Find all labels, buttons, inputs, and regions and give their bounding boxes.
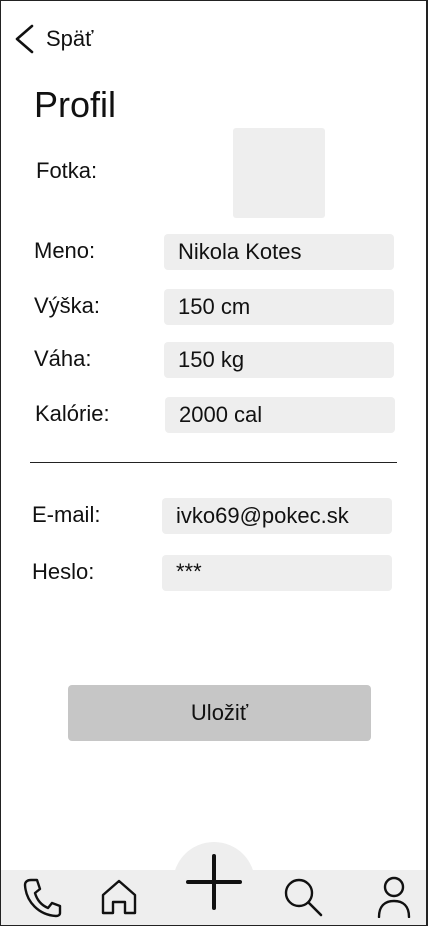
nav-add[interactable] bbox=[184, 852, 244, 912]
weight-label: Váha: bbox=[34, 346, 92, 371]
password-field[interactable]: *** bbox=[162, 555, 392, 591]
nav-profile[interactable] bbox=[372, 874, 416, 920]
name-label: Meno: bbox=[34, 238, 96, 263]
calories-label: Kalórie: bbox=[35, 401, 110, 426]
weight-field[interactable]: 150 kg bbox=[164, 342, 394, 378]
section-divider bbox=[30, 462, 397, 463]
app-frame bbox=[0, 0, 428, 926]
save-button[interactable]: Uložiť bbox=[68, 685, 371, 741]
email-label: E-mail: bbox=[32, 502, 101, 527]
password-label: Heslo: bbox=[32, 559, 95, 584]
name-field[interactable]: Nikola Kotes bbox=[164, 234, 394, 270]
add-icon bbox=[186, 854, 242, 910]
photo-label: Fotka: bbox=[36, 158, 98, 183]
photo-upload[interactable] bbox=[233, 128, 325, 218]
nav-phone[interactable] bbox=[20, 874, 64, 920]
chevron-left-icon bbox=[15, 24, 34, 54]
email-field[interactable]: ivko69@pokec.sk bbox=[162, 498, 392, 534]
back-label: Späť bbox=[46, 26, 94, 51]
nav-home[interactable] bbox=[97, 874, 141, 920]
page-title: Profil bbox=[34, 84, 117, 125]
home-icon bbox=[101, 879, 137, 915]
height-field[interactable]: 150 cm bbox=[164, 289, 394, 325]
height-label: Výška: bbox=[34, 293, 101, 318]
back-button[interactable]: Späť bbox=[12, 22, 93, 56]
user-icon bbox=[377, 876, 411, 918]
calories-field[interactable]: 2000 cal bbox=[165, 397, 395, 433]
nav-search[interactable] bbox=[281, 874, 325, 920]
phone-icon bbox=[23, 878, 62, 918]
search-icon bbox=[284, 878, 323, 917]
